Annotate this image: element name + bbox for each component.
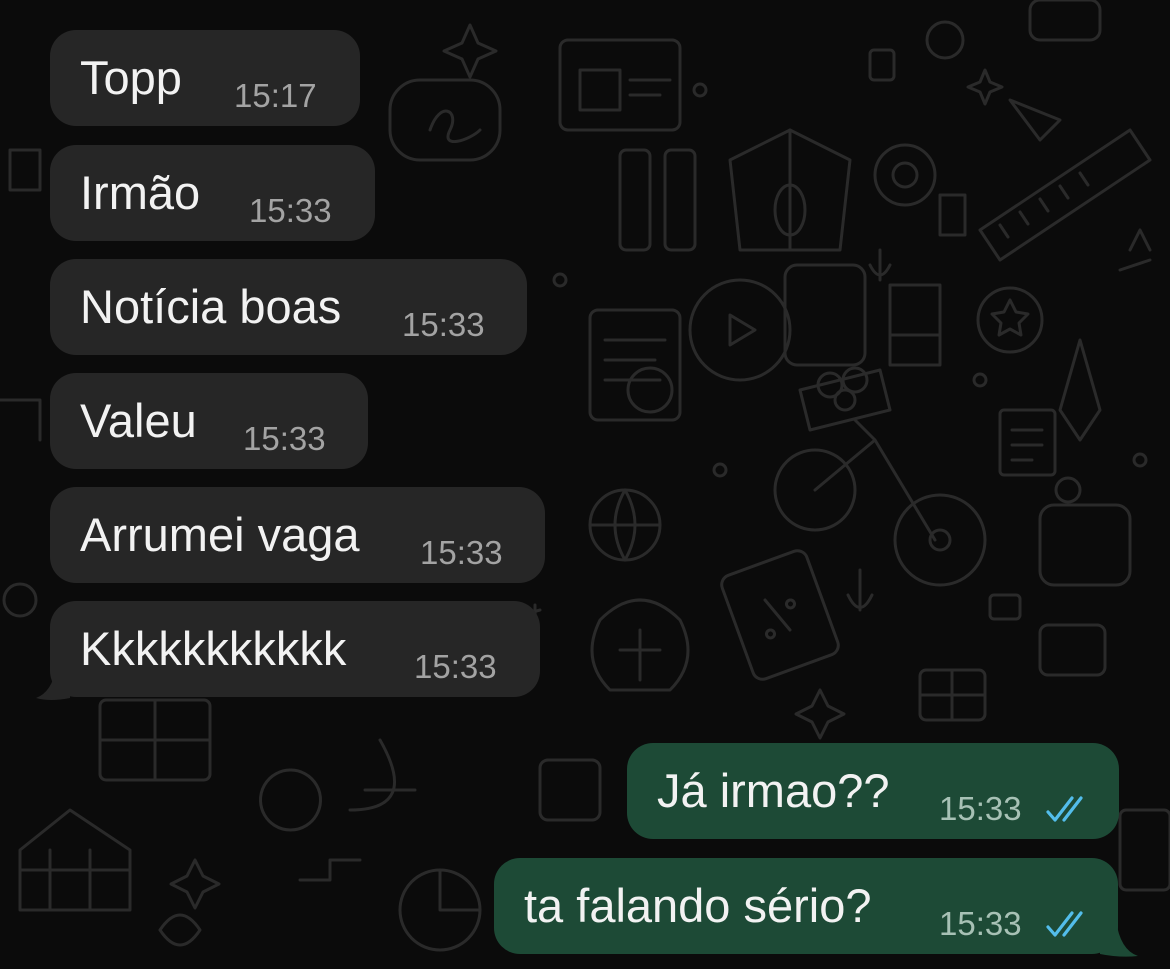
message-time: 15:33: [420, 534, 503, 571]
message-time: 15:33: [939, 790, 1022, 827]
message-text: Topp: [80, 51, 182, 104]
message-time: 15:33: [414, 648, 497, 685]
incoming-message[interactable]: Kkkkkkkkkkk 15:33: [50, 601, 540, 697]
outgoing-message[interactable]: ta falando sério? 15:33: [494, 858, 1118, 954]
message-time: 15:33: [939, 905, 1022, 942]
message-text: Arrumei vaga: [80, 508, 360, 561]
incoming-message[interactable]: Notícia boas 15:33: [50, 259, 527, 355]
outgoing-bubble-tail: [1100, 920, 1138, 957]
message-text: Kkkkkkkkkkk: [80, 622, 347, 675]
message-time: 15:33: [402, 306, 485, 343]
incoming-message[interactable]: Arrumei vaga 15:33: [50, 487, 545, 583]
outgoing-message[interactable]: Já irmao?? 15:33: [627, 743, 1119, 839]
message-text: Já irmao??: [657, 764, 890, 817]
incoming-message[interactable]: Valeu 15:33: [50, 373, 368, 469]
incoming-message[interactable]: Irmão 15:33: [50, 145, 375, 241]
incoming-message[interactable]: Topp 15:17: [50, 30, 360, 126]
message-time: 15:33: [249, 192, 332, 229]
message-text: Notícia boas: [80, 280, 342, 333]
double-check-icon: [1046, 796, 1083, 822]
double-check-icon: [1046, 911, 1083, 937]
message-text: ta falando sério?: [524, 879, 872, 932]
message-text: Irmão: [80, 166, 201, 219]
incoming-bubble-tail: [36, 668, 70, 700]
message-time: 15:17: [234, 77, 317, 114]
message-text: Valeu: [80, 394, 197, 447]
message-time: 15:33: [243, 420, 326, 457]
chat-conversation: Topp 15:17 Irmão 15:33 Notícia boas 15:3…: [0, 0, 1170, 969]
